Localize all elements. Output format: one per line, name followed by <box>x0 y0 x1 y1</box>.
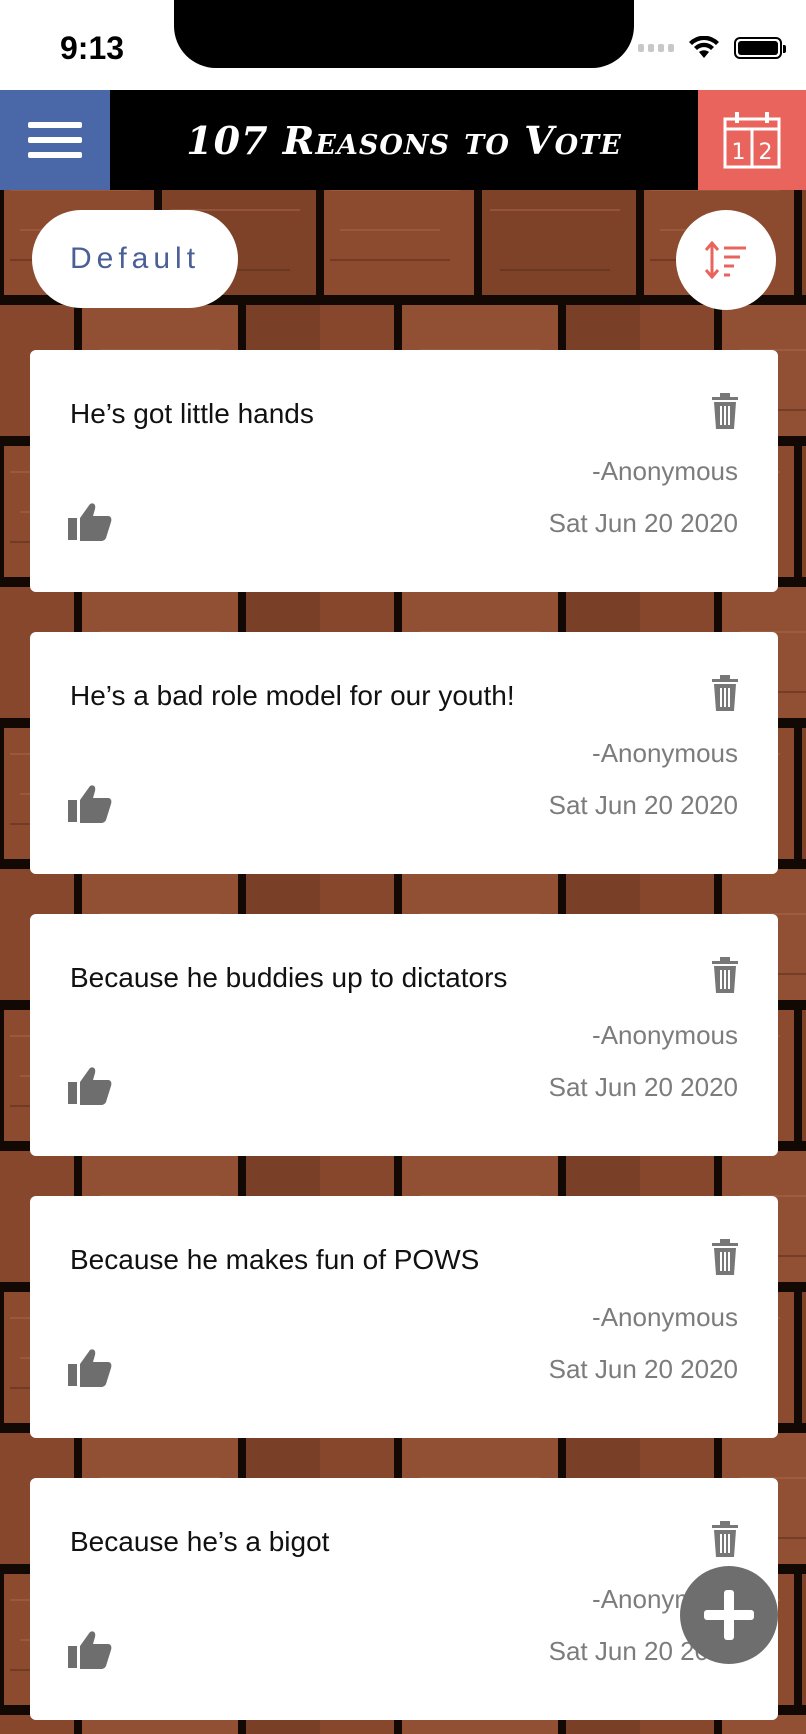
sort-button[interactable] <box>676 210 776 310</box>
status-bar: 9:13 <box>0 0 806 90</box>
reason-text: Because he makes fun of POWS <box>70 1244 480 1275</box>
reason-text: He’s got little hands <box>70 398 314 429</box>
reasons-list-area[interactable]: Default He’s got little hands -Anonymous <box>0 190 806 1734</box>
reason-date: Sat Jun 20 2020 <box>548 1072 738 1102</box>
reason-text: Because he’s a bigot <box>70 1526 330 1557</box>
status-icons <box>638 36 786 60</box>
trash-icon[interactable] <box>710 1520 740 1558</box>
hamburger-menu-icon <box>28 122 82 128</box>
thumbs-up-icon[interactable] <box>68 1630 112 1670</box>
status-time: 9:13 <box>60 30 125 66</box>
calendar-icon: 1 2 <box>723 112 781 169</box>
reason-card[interactable]: He’s got little hands -Anonymous Sat Jun… <box>30 350 778 592</box>
thumbs-up-icon[interactable] <box>68 1348 112 1388</box>
thumbs-up-icon[interactable] <box>68 1066 112 1106</box>
app-header: 107 Reasons to Vote 1 2 <box>0 90 806 190</box>
wifi-icon <box>689 36 719 58</box>
menu-button[interactable] <box>0 90 110 190</box>
calendar-button[interactable]: 1 2 <box>698 90 806 190</box>
trash-icon[interactable] <box>710 392 740 430</box>
trash-icon[interactable] <box>710 674 740 712</box>
sort-icon <box>704 240 746 280</box>
svg-text:1: 1 <box>732 140 746 165</box>
thumbs-up-icon[interactable] <box>68 784 112 824</box>
plus-icon <box>704 1590 754 1640</box>
add-reason-button[interactable] <box>680 1566 778 1664</box>
reason-date: Sat Jun 20 2020 <box>548 508 738 538</box>
battery-icon <box>734 37 786 59</box>
thumbs-up-icon[interactable] <box>68 502 112 542</box>
reason-card[interactable]: He’s a bad role model for our youth! -An… <box>30 632 778 874</box>
reason-author: -Anonymous <box>592 1302 738 1332</box>
cellular-signal-icon <box>638 44 674 52</box>
trash-icon[interactable] <box>710 1238 740 1276</box>
reason-author: -Anonymous <box>592 1020 738 1050</box>
filter-dropdown[interactable]: Default <box>32 210 238 308</box>
reason-date: Sat Jun 20 2020 <box>548 790 738 820</box>
app-title: 107 Reasons to Vote <box>186 117 622 163</box>
svg-text:2: 2 <box>759 140 773 165</box>
trash-icon[interactable] <box>710 956 740 994</box>
notch <box>174 0 634 68</box>
reason-card[interactable]: Because he’s a bigot -Anonymous Sat Jun … <box>30 1478 778 1720</box>
reason-date: Sat Jun 20 2020 <box>548 1354 738 1384</box>
reason-author: -Anonymous <box>592 738 738 768</box>
reason-text: He’s a bad role model for our youth! <box>70 680 515 711</box>
reason-card[interactable]: Because he buddies up to dictators -Anon… <box>30 914 778 1156</box>
reason-author: -Anonymous <box>592 456 738 486</box>
reason-text: Because he buddies up to dictators <box>70 962 508 993</box>
reason-card[interactable]: Because he makes fun of POWS -Anonymous … <box>30 1196 778 1438</box>
